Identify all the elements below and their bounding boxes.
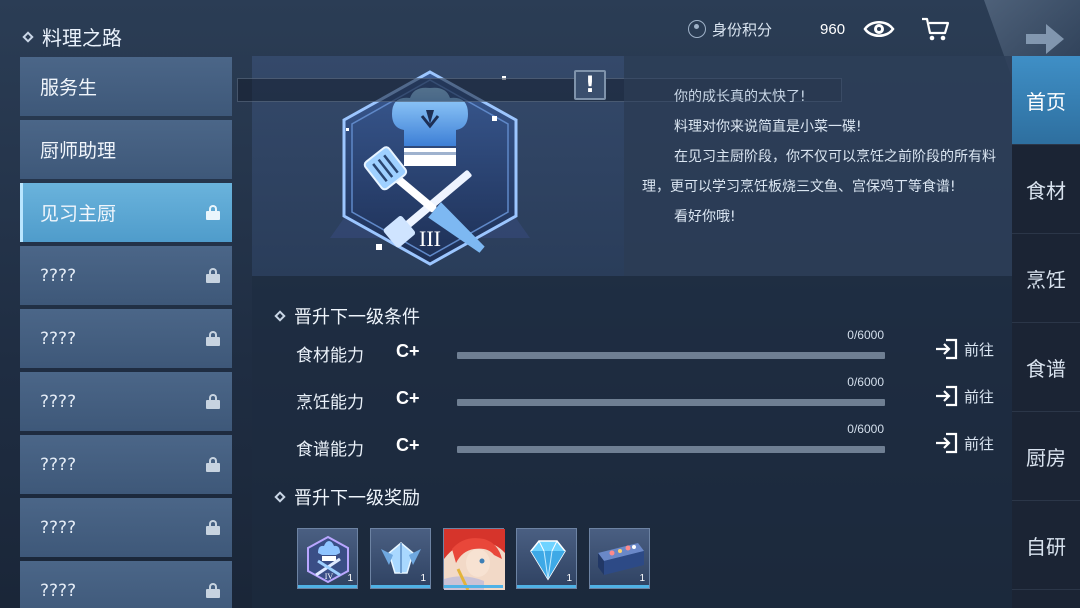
- condition-grade: C+: [396, 341, 420, 361]
- arrow-right-icon: [1026, 24, 1064, 54]
- rank-item[interactable]: ????: [20, 435, 232, 494]
- condition-label: 食谱能力: [296, 440, 364, 460]
- reward-item[interactable]: 1: [589, 528, 650, 589]
- condition-count: 0/6000: [847, 375, 884, 389]
- identity-score-value: 960: [820, 20, 846, 38]
- rank-item-label: ????: [40, 454, 77, 475]
- description-line: 料理对你来说简直是小菜一碟!: [674, 119, 862, 135]
- view-button[interactable]: [863, 13, 895, 45]
- lock-icon: [206, 520, 220, 535]
- reward-quantity: 1: [566, 573, 572, 584]
- nav-tab[interactable]: 食谱: [1012, 323, 1080, 412]
- chef-badge-iv-icon: IV: [298, 529, 359, 594]
- reward-badge-numeral: IV: [325, 572, 334, 581]
- description-line: 在见习主厨阶段，你不仅可以烹饪之前阶段的所有料理，更可以学习烹饪板烧三文鱼、宫保…: [642, 149, 996, 195]
- rank-item[interactable]: ????: [20, 498, 232, 557]
- enter-icon: [936, 338, 958, 360]
- character-portrait: [444, 529, 505, 594]
- nav-tab[interactable]: 厨房: [1012, 412, 1080, 501]
- reward-quantity: 1: [420, 573, 426, 584]
- goto-label: 前往: [964, 340, 995, 359]
- condition-grade: C+: [396, 435, 420, 455]
- goto-button[interactable]: 前往: [934, 432, 994, 454]
- rank-item[interactable]: ????: [20, 561, 232, 608]
- description-line: 你的成长真的太快了!: [674, 89, 806, 105]
- cart-icon: [922, 17, 950, 41]
- lock-icon: [206, 457, 220, 472]
- condition-count: 0/6000: [847, 422, 884, 436]
- reward-quantity: 1: [639, 573, 645, 584]
- eye-icon: [863, 21, 895, 37]
- goto-label: 前往: [964, 387, 995, 406]
- lock-icon: [206, 331, 220, 346]
- rank-item-label: 见习主厨: [40, 203, 117, 225]
- rank-item[interactable]: ????: [20, 309, 232, 368]
- rank-item-label: ????: [40, 580, 77, 601]
- rank-item[interactable]: 厨师助理: [20, 120, 232, 179]
- conditions-section-title: 晋升下一级条件: [274, 303, 420, 329]
- lock-icon: [206, 394, 220, 409]
- rank-item-label: ????: [40, 391, 77, 412]
- rank-item-label: ????: [40, 517, 77, 538]
- conditions-title-text: 晋升下一级条件: [294, 307, 420, 328]
- enter-icon: [936, 385, 958, 407]
- description-line: 看好你哦!: [674, 209, 736, 225]
- goto-label: 前往: [964, 434, 995, 453]
- condition-progress-bar: [457, 446, 885, 453]
- reward-item[interactable]: 1: [516, 528, 577, 589]
- rank-item-label: ????: [40, 265, 77, 286]
- rank-item-label: ????: [40, 328, 77, 349]
- reward-item[interactable]: [443, 528, 505, 591]
- nav-tab[interactable]: 自研: [1012, 501, 1080, 590]
- diamond-bullet-icon: [274, 491, 286, 503]
- condition-row: 烹饪能力 C+ 0/6000 前往: [296, 375, 996, 415]
- side-nav: 首页 食材 烹饪 食谱 厨房 自研: [1012, 56, 1080, 608]
- enter-icon: [936, 432, 958, 454]
- goto-button[interactable]: 前往: [934, 385, 994, 407]
- nav-tab[interactable]: 烹饪: [1012, 234, 1080, 323]
- rank-item[interactable]: 见习主厨: [20, 183, 232, 242]
- rank-item[interactable]: ????: [20, 372, 232, 431]
- rank-item-label: 服务生: [40, 77, 98, 99]
- condition-count: 0/6000: [847, 328, 884, 342]
- goto-button[interactable]: 前往: [934, 338, 994, 360]
- badge-numeral: III: [419, 226, 441, 251]
- reward-item[interactable]: IV 1: [297, 528, 358, 589]
- gift-box-icon: [590, 529, 651, 594]
- diamond-bullet-icon: [22, 30, 34, 43]
- identity-score-label: 身份积分: [712, 20, 773, 39]
- diamond-bullet-icon: [274, 310, 286, 322]
- condition-progress-bar: [457, 352, 885, 359]
- condition-row: 食谱能力 C+ 0/6000 前往: [296, 422, 996, 462]
- rank-item-label: 厨师助理: [40, 140, 117, 162]
- lock-icon: [206, 583, 220, 598]
- rewards-title-text: 晋升下一级奖励: [294, 488, 420, 509]
- info-button[interactable]: !: [574, 70, 606, 100]
- condition-progress-bar: [457, 399, 885, 406]
- shop-button[interactable]: [919, 13, 951, 45]
- lock-icon: [206, 268, 220, 283]
- identity-icon: [688, 20, 706, 38]
- rewards-section-title: 晋升下一级奖励: [274, 484, 420, 510]
- condition-row: 食材能力 C+ 0/6000 前往: [296, 328, 996, 368]
- crystal-emblem-icon: [371, 529, 432, 594]
- rank-item[interactable]: ????: [20, 246, 232, 305]
- reward-quantity: 1: [347, 573, 353, 584]
- rewards-list: IV 1 1 1 1: [297, 528, 650, 591]
- lock-icon: [206, 205, 220, 220]
- page-title-text: 料理之路: [42, 26, 122, 50]
- rank-item[interactable]: 服务生: [20, 57, 232, 116]
- page-title: 料理之路: [22, 22, 122, 51]
- nav-tab[interactable]: 食材: [1012, 145, 1080, 234]
- rank-description: 你的成长真的太快了! 料理对你来说简直是小菜一碟! 在见习主厨阶段，你不仅可以烹…: [642, 82, 1002, 232]
- nav-tab[interactable]: 首页: [1012, 56, 1080, 145]
- diamond-icon: [517, 529, 578, 594]
- condition-label: 烹饪能力: [296, 393, 364, 413]
- condition-grade: C+: [396, 388, 420, 408]
- rank-list: 服务生厨师助理见习主厨????????????????????????: [20, 57, 232, 608]
- condition-label: 食材能力: [296, 346, 364, 366]
- top-status-bar: 身份积分 960: [688, 12, 951, 46]
- reward-item[interactable]: 1: [370, 528, 431, 589]
